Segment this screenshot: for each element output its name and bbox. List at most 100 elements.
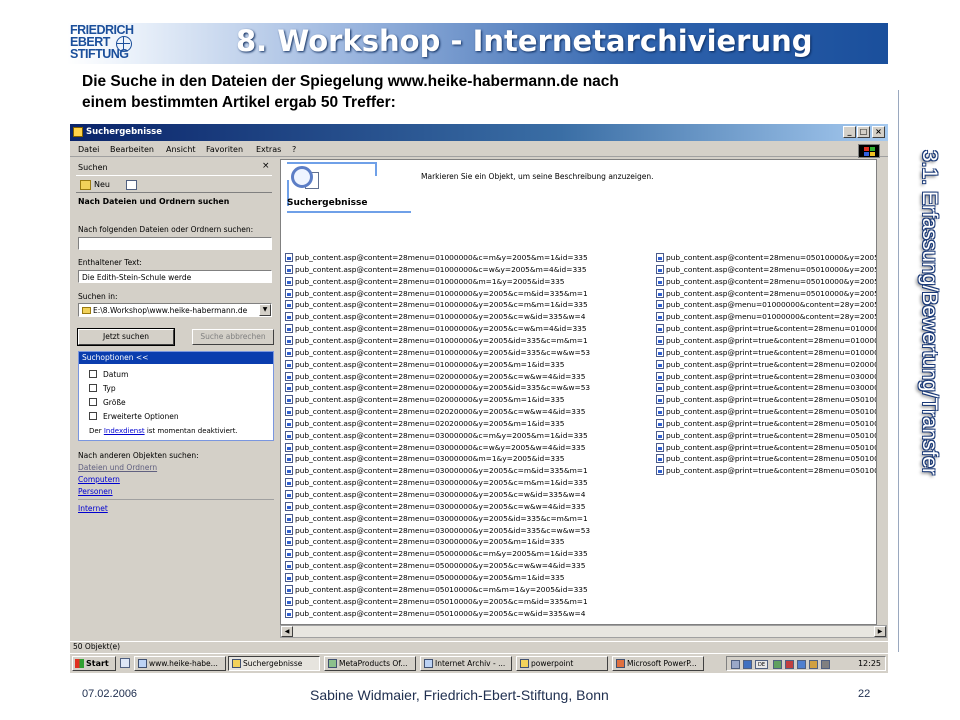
result-item[interactable]: pub_content.asp@content=28menu=01000000&… — [285, 324, 587, 335]
option-advanced[interactable]: Erweiterte Optionen — [89, 412, 179, 421]
result-item[interactable]: pub_content.asp@print=true&content=28men… — [656, 335, 876, 347]
containing-text-input[interactable]: Die Edith-Stein-Schule werde — [78, 270, 272, 283]
start-button[interactable]: Start — [72, 656, 116, 671]
checkbox[interactable] — [89, 384, 97, 392]
menu-ansicht[interactable]: Ansicht — [166, 145, 196, 154]
tray-icon[interactable] — [797, 660, 806, 669]
result-item[interactable]: pub_content.asp@content=28menu=01000000&… — [285, 312, 585, 323]
tray-icon[interactable] — [809, 660, 818, 669]
result-item[interactable]: pub_content.asp@content=28menu=01000000&… — [285, 253, 588, 264]
volume-icon[interactable] — [821, 660, 830, 669]
desktop-quicklaunch-icon[interactable] — [120, 658, 130, 668]
result-item[interactable]: pub_content.asp@menu=01000000&content=28… — [656, 312, 876, 323]
result-item[interactable]: pub_content.asp@content=28menu=03000000&… — [285, 430, 588, 442]
result-item[interactable]: pub_content.asp@content=28menu=01000000&… — [285, 276, 565, 288]
chevron-down-icon[interactable]: ▼ — [259, 304, 271, 316]
search-assistant-icon[interactable] — [126, 180, 137, 190]
scroll-right-icon[interactable]: ▶ — [874, 626, 886, 637]
result-item[interactable]: pub_content.asp@content=28menu=01000000&… — [285, 300, 588, 311]
result-item[interactable]: pub_content.asp@print=true&content=28men… — [656, 430, 876, 442]
option-date[interactable]: Datum — [89, 370, 128, 379]
menu-help[interactable]: ? — [292, 145, 296, 154]
lookin-select[interactable]: E:\8.Workshop\www.heike-habermann.de ▼ — [78, 303, 272, 317]
people-link[interactable]: Personen — [78, 487, 113, 496]
result-item[interactable]: pub_content.asp@print=true&content=28men… — [656, 418, 876, 430]
result-item[interactable]: pub_content.asp@print=true&content=28men… — [656, 324, 876, 335]
result-item[interactable]: pub_content.asp@content=28menu=02000000&… — [285, 395, 565, 406]
computers-link[interactable]: Computern — [78, 475, 120, 484]
tray-icon[interactable] — [785, 660, 794, 669]
horizontal-scrollbar[interactable]: ◀ ▶ — [280, 625, 887, 638]
taskbar-button-metaproducts[interactable]: MetaProducts Of... — [324, 656, 416, 671]
menu-bearbeiten[interactable]: Bearbeiten — [110, 145, 154, 154]
tray-icon[interactable] — [773, 660, 782, 669]
result-item[interactable]: pub_content.asp@content=28menu=01000000&… — [285, 359, 565, 371]
language-indicator[interactable]: DE — [755, 660, 768, 669]
close-button[interactable]: × — [872, 126, 885, 138]
result-item[interactable]: pub_content.asp@print=true&content=28men… — [656, 407, 876, 418]
result-item[interactable]: pub_content.asp@content=28menu=01000000&… — [285, 335, 588, 347]
search-now-button[interactable]: Jetzt suchen — [77, 328, 175, 346]
result-item[interactable]: pub_content.asp@content=28menu=02020000&… — [285, 418, 565, 430]
result-item[interactable]: pub_content.asp@content=28menu=02020000&… — [285, 407, 585, 418]
internet-link[interactable]: Internet — [78, 504, 108, 513]
result-item[interactable]: pub_content.asp@print=true&content=28men… — [656, 383, 876, 394]
result-item[interactable]: pub_content.asp@print=true&content=28men… — [656, 395, 876, 406]
result-item[interactable]: pub_content.asp@content=28menu=01000000&… — [285, 264, 587, 276]
result-item[interactable]: pub_content.asp@content=28menu=03000000&… — [285, 525, 590, 537]
option-type[interactable]: Typ — [89, 384, 116, 393]
result-item[interactable]: pub_content.asp@content=28menu=05010000&… — [656, 288, 876, 300]
files-folders-link[interactable]: Dateien und Ordnern — [78, 463, 157, 472]
result-item[interactable]: pub_content.asp@content=28menu=01000000&… — [285, 347, 590, 359]
result-item[interactable]: pub_content.asp@content=28menu=05000000&… — [285, 572, 565, 584]
result-item[interactable]: pub_content.asp@content=28menu=03000000&… — [285, 513, 588, 525]
filename-input[interactable] — [78, 237, 272, 250]
maximize-button[interactable]: □ — [857, 126, 870, 138]
search-options-header[interactable]: Suchoptionen << — [79, 352, 273, 364]
stop-search-button[interactable]: Suche abbrechen — [192, 329, 274, 345]
menu-extras[interactable]: Extras — [256, 145, 281, 154]
taskbar-button-browser[interactable]: www.heike-habe... — [134, 656, 226, 671]
new-search-button[interactable]: Neu — [94, 180, 110, 189]
result-item[interactable]: pub_content.asp@print=true&content=28men… — [656, 466, 876, 477]
result-item[interactable]: pub_content.asp@content=28menu=05000000&… — [285, 561, 585, 572]
menu-favoriten[interactable]: Favoriten — [206, 145, 243, 154]
result-item[interactable]: pub_content.asp@content=28menu=05010000&… — [656, 264, 876, 276]
result-item[interactable]: pub_content.asp@print=true&content=28men… — [656, 347, 876, 359]
result-item[interactable]: pub_content.asp@content=28menu=02000000&… — [285, 383, 590, 394]
result-item[interactable]: pub_content.asp@content=28menu=03000000&… — [285, 466, 588, 477]
result-item[interactable]: pub_content.asp@content=28menu=03000000&… — [285, 478, 588, 489]
result-item[interactable]: pub_content.asp@content=28menu=05010000&… — [285, 596, 588, 608]
result-item[interactable]: pub_content.asp@content=28menu=03000000&… — [285, 442, 585, 454]
taskbar-button-folder[interactable]: powerpoint — [516, 656, 608, 671]
taskbar-button-archive[interactable]: Internet Archiv - ... — [420, 656, 512, 671]
result-item[interactable]: pub_content.asp@content=28menu=03000000&… — [285, 490, 585, 501]
index-service-link[interactable]: Indexdienst — [104, 427, 145, 435]
result-item[interactable]: pub_content.asp@menu=01000000&content=28… — [656, 300, 876, 311]
menu-datei[interactable]: Datei — [78, 145, 99, 154]
checkbox[interactable] — [89, 370, 97, 378]
new-search-icon[interactable] — [80, 180, 91, 190]
checkbox[interactable] — [89, 412, 97, 420]
scroll-left-icon[interactable]: ◀ — [281, 626, 293, 637]
option-size[interactable]: Größe — [89, 398, 126, 407]
result-item[interactable]: pub_content.asp@content=28menu=05000000&… — [285, 549, 588, 560]
result-item[interactable]: pub_content.asp@content=28menu=03000000&… — [285, 537, 565, 548]
result-item[interactable]: pub_content.asp@content=28menu=01000000&… — [285, 288, 588, 300]
result-item[interactable]: pub_content.asp@content=28menu=03000000&… — [285, 501, 585, 513]
window-title-bar[interactable]: Suchergebnisse _ □ × — [70, 124, 888, 141]
minimize-button[interactable]: _ — [843, 126, 856, 138]
taskbar-button-powerpoint[interactable]: Microsoft PowerP... — [612, 656, 704, 671]
result-item[interactable]: pub_content.asp@print=true&content=28men… — [656, 371, 876, 383]
result-item[interactable]: pub_content.asp@print=true&content=28men… — [656, 359, 876, 371]
result-item[interactable]: pub_content.asp@content=28menu=03000000&… — [285, 454, 565, 465]
close-icon[interactable]: × — [262, 161, 270, 171]
tray-icon[interactable] — [743, 660, 752, 669]
result-item[interactable]: pub_content.asp@content=28menu=05010000&… — [285, 608, 585, 620]
result-item[interactable]: pub_content.asp@print=true&content=28men… — [656, 442, 876, 454]
result-item[interactable]: pub_content.asp@content=28menu=05010000&… — [656, 276, 876, 288]
result-item[interactable]: pub_content.asp@content=28menu=05010000&… — [285, 584, 588, 596]
taskbar-button-search[interactable]: Suchergebnisse — [228, 656, 320, 671]
result-item[interactable]: pub_content.asp@content=28menu=02000000&… — [285, 371, 585, 383]
checkbox[interactable] — [89, 398, 97, 406]
